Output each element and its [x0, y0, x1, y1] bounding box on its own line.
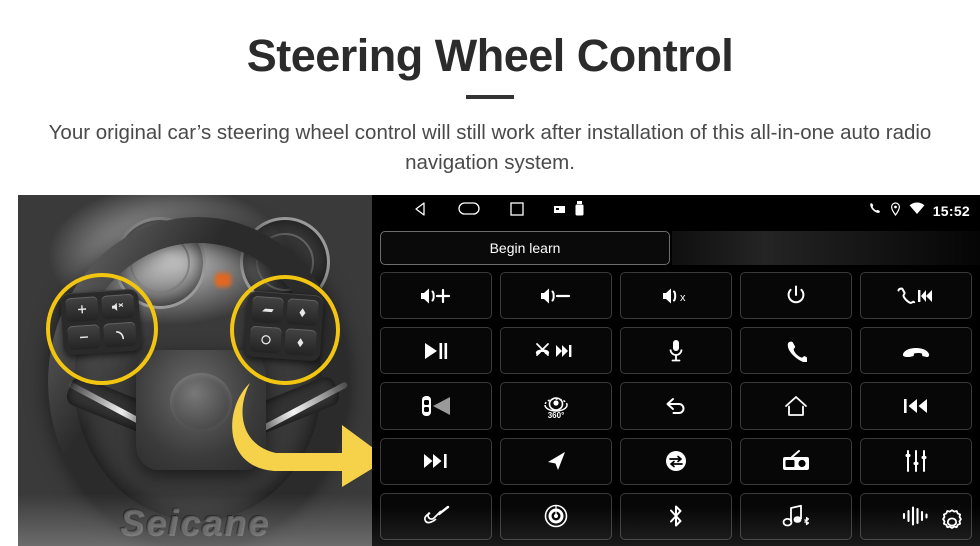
volume-down-key[interactable] [500, 272, 612, 320]
answer-prev-key[interactable] [860, 272, 972, 320]
back-icon[interactable] [414, 201, 428, 221]
aux-key[interactable] [380, 492, 492, 540]
rear-camera-key[interactable] [380, 382, 492, 430]
gear-icon[interactable] [932, 502, 972, 542]
call-key[interactable] [740, 327, 852, 375]
mute-key[interactable]: x [620, 272, 732, 320]
title-divider [466, 95, 514, 99]
sdcard-icon[interactable] [554, 202, 565, 220]
system-status-icons: 15:52 [868, 195, 970, 227]
android-status-bar: 15:52 [372, 195, 980, 227]
page-subtitle: Your original car’s steering wheel contr… [48, 121, 932, 174]
steering-wheel-photo: Seicane [18, 195, 372, 546]
page-root: Steering Wheel Control Your original car… [0, 0, 980, 546]
bluetooth-key[interactable] [620, 492, 732, 540]
svg-text:x: x [680, 292, 686, 304]
home-key[interactable] [740, 382, 852, 430]
phone-status-icon [868, 202, 882, 221]
home-icon[interactable] [458, 202, 480, 220]
power-key[interactable] [740, 272, 852, 320]
head-unit-screen: 15:52 Begin learn x 360° [372, 195, 980, 546]
content-stage: Seicane 15:52 Begin learn x 360° [0, 195, 980, 546]
svg-text:360°: 360° [548, 411, 565, 419]
radio-key[interactable] [740, 437, 852, 485]
next-track-key[interactable] [380, 437, 492, 485]
equalizer-key[interactable] [860, 437, 972, 485]
page-title: Steering Wheel Control [246, 30, 734, 81]
recents-icon[interactable] [510, 201, 524, 221]
android-nav-icons [414, 195, 584, 227]
begin-learn-button[interactable]: Begin learn [380, 231, 670, 265]
microphone-key[interactable] [620, 327, 732, 375]
mode-swap-key[interactable] [620, 437, 732, 485]
play-pause-key[interactable] [380, 327, 492, 375]
wifi-icon [909, 202, 925, 220]
airbag-cover [170, 373, 232, 431]
reject-next-key[interactable] [500, 327, 612, 375]
page-header: Steering Wheel Control Your original car… [0, 0, 980, 195]
hangup-key[interactable] [860, 327, 972, 375]
usb-icon[interactable] [575, 201, 584, 221]
volume-up-key[interactable] [380, 272, 492, 320]
location-icon [890, 201, 901, 221]
disc-key[interactable] [500, 492, 612, 540]
highlight-ring-right [230, 275, 340, 385]
camera-360-key[interactable]: 360° [500, 382, 612, 430]
watermark: Seicane [119, 502, 271, 543]
highlight-ring-left [46, 273, 158, 385]
clock: 15:52 [932, 203, 970, 219]
back-key[interactable] [620, 382, 732, 430]
previous-track-key[interactable] [860, 382, 972, 430]
bluetooth-music-key[interactable] [740, 492, 852, 540]
swc-key-grid: x 360° [380, 272, 972, 540]
screen-top-glow [672, 231, 980, 265]
navigation-key[interactable] [500, 437, 612, 485]
pointer-arrow-icon [230, 375, 372, 490]
